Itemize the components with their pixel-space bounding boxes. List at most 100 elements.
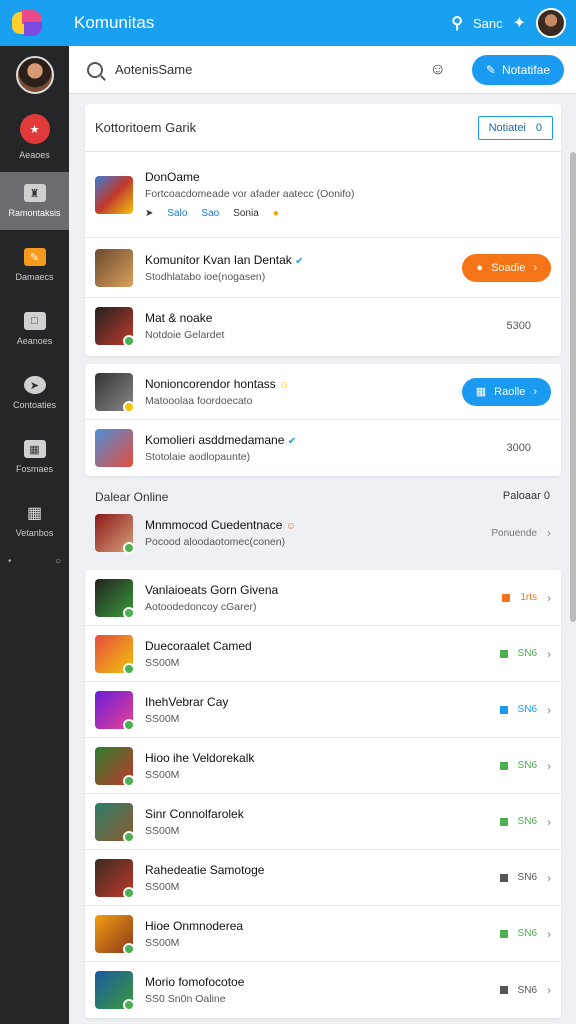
app-title: Komunitas [74, 13, 155, 32]
sidebar-item-3[interactable]: □ Aeanoes [0, 300, 69, 358]
join-button[interactable]: ▦ Raolle › [461, 377, 551, 406]
row-subtitle: Notdoie Gelardet [145, 329, 225, 341]
row-subtitle: SS00M [145, 712, 180, 725]
sidebar-item-2[interactable]: ✎ Damaecs [0, 236, 69, 294]
sidebar-item-6[interactable]: ▦ Vetanbos [0, 492, 69, 550]
section-title: Dalear Online [95, 490, 169, 504]
avatar[interactable] [536, 8, 566, 38]
person-icon[interactable]: ☺ [430, 61, 446, 79]
sidebar-item-0[interactable]: ★ Aeaoes [0, 108, 69, 166]
sidebar-item-1[interactable]: ♜ Ramontaksis [0, 172, 69, 230]
row-subtitle: Pocood aloodaotomec(conen) [145, 536, 286, 548]
verified-icon: ✔ [287, 436, 297, 447]
game-thumbnail [95, 307, 135, 347]
list-item[interactable]: Komunitor Kvan Ian Dentak ✔ Stodhlatabo … [85, 238, 561, 298]
chevron-right-icon[interactable]: › [547, 815, 551, 829]
scrollbar[interactable] [570, 152, 576, 622]
featured-row[interactable]: DonOame Fortcoacdomeade vor afader aatec… [85, 152, 561, 238]
chevron-right-icon[interactable]: › [547, 927, 551, 941]
row-title: Hioe Onmnoderea [145, 918, 244, 933]
sidebar-item-5[interactable]: ▦ Fosmaes [0, 428, 69, 486]
status-square-icon [499, 761, 508, 770]
row-title: Morio fomofocotoe [145, 975, 245, 989]
join-button-label: Raolle [494, 385, 526, 398]
online-action[interactable]: Ponuende [491, 528, 537, 539]
list-item[interactable]: Nonioncorendor hontass ☺ Matooolaa foord… [85, 364, 561, 420]
game-thumbnail [95, 858, 135, 899]
game-thumbnail [95, 914, 135, 955]
circle-icon[interactable]: ○ [55, 556, 61, 567]
featured-subtitle: Fortcoacdomeade vor afader aatecc (Oonif… [145, 188, 355, 200]
row-title: Duecoraalet Camed [145, 638, 252, 653]
row-subtitle: Matooolaa foordoecato [145, 394, 253, 407]
member-count: 3000 [506, 442, 531, 454]
shield-icon: ★ [19, 114, 50, 144]
row-subtitle: Stodhlatabo ioe(nogasen) [145, 270, 266, 283]
list-item[interactable]: Duecoraalet Camed SS00M SN6 › [85, 626, 561, 682]
game-thumbnail [95, 690, 135, 731]
featured-title: DonOame [145, 170, 200, 184]
join-button[interactable]: ● Soadie › [462, 253, 551, 282]
list-item[interactable]: Hioo ihe Veldorekalk SS00M SN6 › [85, 738, 561, 794]
chevron-right-icon[interactable]: › [547, 759, 551, 773]
list-item[interactable]: Rahedeatie Samotoge SS00M SN6 › [85, 850, 561, 906]
list-item[interactable]: Morio fomofocotoe SS0 Sn0n Oaline SN6 › [85, 962, 561, 1018]
top-bar: Komunitas ⚲ Sanc ✦ [0, 0, 576, 46]
pencil-icon: ✎ [485, 62, 496, 77]
row-subtitle: SS00M [145, 880, 180, 893]
card-notify-label: Notiatei [488, 121, 526, 134]
list-item[interactable]: Hioe Onmnoderea SS00M SN6 › [85, 906, 561, 962]
row-title: Sinr Connolfarolek [145, 806, 244, 821]
online-row[interactable]: Mnmmocod Cuedentnace ☺ Pocood aloodaotom… [85, 506, 561, 560]
status-square-icon [499, 929, 508, 938]
chat-icon: □ [23, 312, 46, 330]
list-item[interactable]: Mat & noake Notdoie Gelardet 5300 [85, 298, 561, 354]
app-logo[interactable] [10, 8, 44, 38]
main-panel: AotenisSame ☺ ✎ Notatifae Kottoritoem Ga… [69, 46, 576, 1024]
game-thumbnail [95, 746, 135, 787]
sidebar-item-4[interactable]: ➤ Contoaties [0, 364, 69, 422]
row-title: IhehVebrar Cay [145, 694, 229, 709]
chevron-right-icon[interactable]: › [547, 703, 551, 717]
section-action[interactable]: Paloaar 0 [503, 490, 550, 502]
calendar-icon: ▦ [23, 440, 46, 458]
chevron-right-icon[interactable]: › [547, 591, 551, 605]
sidebar-item-label: Fosmaes [15, 464, 53, 474]
list-item[interactable]: Komolieri asddmedamane ✔ Stotolaie aodlo… [85, 420, 561, 476]
row-title: Mnmmocod Cuedentnace [145, 518, 283, 532]
search-label[interactable]: Sanc [473, 16, 503, 31]
arrow-icon: › [533, 261, 537, 274]
status-badge: SN6 [517, 704, 537, 715]
calendar-icon: ▦ [475, 386, 487, 398]
compass-icon: ➤ [23, 376, 46, 394]
status-square-icon [502, 593, 511, 602]
row-title: Mat & noake [145, 311, 213, 325]
member-count: 5300 [506, 320, 531, 332]
game-thumbnail [95, 372, 135, 413]
smile-icon: ☺ [285, 521, 296, 532]
status-badge: SN6 [517, 984, 537, 996]
list-item[interactable]: Vanlaioeats Gorn Givena Aotoodedoncoy cGa… [85, 570, 561, 626]
sparkle-icon[interactable]: ✦ [513, 13, 526, 33]
community-card-2: Nonioncorendor hontass ☺ Matooolaa foord… [85, 364, 561, 476]
people-icon: ♜ [23, 184, 46, 202]
list-item[interactable]: Sinr Connolfarolek SS00M SN6 › [85, 794, 561, 850]
chevron-right-icon[interactable]: › [547, 983, 551, 997]
list-item[interactable]: IhehVebrar Cay SS00M SN6 › [85, 682, 561, 738]
game-thumbnail [95, 971, 135, 1011]
search-input[interactable]: AotenisSame [115, 62, 430, 77]
sidebar-avatar[interactable] [15, 56, 54, 94]
card-notify-button[interactable]: Notiatei 0 [477, 115, 553, 140]
chevron-right-icon[interactable]: › [547, 871, 551, 885]
chevron-right-icon[interactable]: › [547, 647, 551, 661]
join-button-label: Soadie [491, 261, 526, 274]
status-badge: SN6 [517, 872, 537, 883]
row-title: Hioo ihe Veldorekalk [145, 750, 255, 765]
search-icon[interactable]: ⚲ [451, 13, 463, 33]
notify-button[interactable]: ✎ Notatifae [471, 54, 564, 85]
notify-button-label: Notatifae [501, 62, 550, 77]
sidebar: ★ Aeaoes ♜ Ramontaksis ✎ Damaecs □ Aeano… [0, 46, 69, 1024]
row-title: Komunitor Kvan Ian Dentak [145, 252, 292, 267]
section-action-label: Paloaar [502, 490, 541, 502]
featured-meta: Sonia [233, 208, 259, 219]
